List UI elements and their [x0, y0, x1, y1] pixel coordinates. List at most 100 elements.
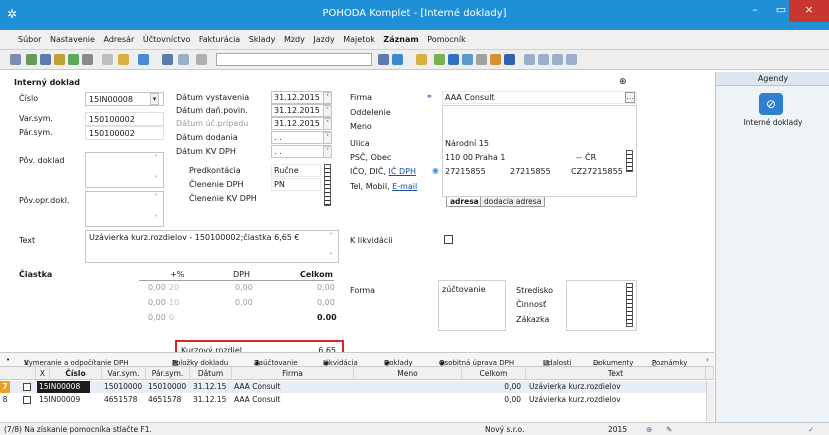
ciastka-base-2[interactable]: 0,00 — [148, 298, 166, 307]
stredisko-selector-icon[interactable] — [626, 283, 633, 327]
toolbar-filter-icon[interactable] — [196, 54, 207, 65]
toolbar-delete-icon[interactable] — [82, 54, 93, 65]
tabs-pin-icon[interactable]: • — [6, 356, 10, 364]
povdoklad-scroll-up-icon[interactable]: ˄ — [154, 154, 158, 163]
toolbar-search-icon[interactable] — [54, 54, 65, 65]
datum-ucpripadu-dropdown-icon[interactable]: ˅ — [323, 118, 332, 130]
status-check-icon[interactable]: ✓ — [808, 425, 814, 434]
varsym-input[interactable]: 150100002 — [85, 112, 164, 126]
toolbar-funnel-icon[interactable] — [392, 54, 403, 65]
firma-more-button[interactable]: … — [625, 92, 635, 103]
ciastka-dph-2[interactable]: 0,00 — [235, 298, 253, 307]
row-cislo-8[interactable]: 15IN00009 — [39, 394, 89, 406]
row-meno-7[interactable] — [356, 381, 460, 393]
povoprdokl-scroll-down-icon[interactable]: ˅ — [154, 214, 158, 223]
row-cislo-7[interactable]: 15IN00008 — [37, 381, 90, 393]
datum-kvdph-input[interactable]: . . — [271, 145, 331, 158]
ic-dph-web-icon[interactable]: ◉ — [432, 166, 439, 175]
firma-input[interactable]: AAA Consult — [442, 91, 637, 104]
ulica-value[interactable]: Národní 15 — [445, 139, 489, 148]
predkontacia-input[interactable]: Ručne — [271, 164, 321, 177]
menu-majetok[interactable]: Majetok — [343, 30, 375, 50]
parsym-input[interactable]: 150100002 — [85, 126, 164, 140]
toolbar-user-icon[interactable] — [490, 54, 501, 65]
email-link[interactable]: E-mail — [392, 182, 417, 191]
toolbar-cancel-icon[interactable] — [178, 54, 189, 65]
toolbar-books-icon[interactable] — [10, 54, 21, 65]
toolbar-save-icon[interactable] — [162, 54, 173, 65]
row-parsym-7[interactable]: 15010000 — [148, 381, 188, 393]
obec-value[interactable]: Praha 1 — [475, 153, 505, 162]
row-varsym-7[interactable]: 15010000 — [104, 381, 144, 393]
text-scroll-up-icon[interactable]: ˄ — [329, 232, 333, 241]
k-likvidacii-checkbox[interactable] — [444, 235, 453, 244]
toolbar-search-combo[interactable] — [216, 53, 372, 66]
table-header-meno[interactable]: Meno — [354, 367, 462, 380]
tabs-scroll-right-icon[interactable]: › — [706, 356, 709, 364]
toolbar-doc2-icon[interactable] — [538, 54, 549, 65]
pin-icon[interactable]: ⊕ — [619, 77, 627, 87]
row-parsym-8[interactable]: 4651578 — [148, 394, 188, 406]
cislo-dropdown-icon[interactable]: ▾ — [150, 93, 159, 105]
krajina-selector-icon[interactable] — [626, 150, 633, 172]
datum-kvdph-dropdown-icon[interactable]: ˅ — [323, 146, 332, 158]
forma-input[interactable]: zúčtovanie — [438, 280, 506, 331]
row-checkbox-8[interactable] — [23, 396, 31, 404]
toolbar-folder-icon[interactable] — [416, 54, 427, 65]
row-text-7[interactable]: Uzávierka kurz.rozdielov — [529, 381, 705, 393]
datum-dodania-dropdown-icon[interactable]: ˅ — [323, 132, 332, 144]
toolbar-edit-icon[interactable] — [118, 54, 129, 65]
toolbar-link-icon[interactable] — [434, 54, 445, 65]
agenda-item-interne-doklady[interactable]: Interné doklady — [716, 118, 829, 127]
toolbar-doc-icon[interactable] — [524, 54, 535, 65]
close-button[interactable]: × — [789, 0, 829, 22]
toolbar-new-icon[interactable] — [102, 54, 113, 65]
row-firma-7[interactable]: AAA Consult — [234, 381, 352, 393]
row-checkbox-7[interactable] — [23, 383, 31, 391]
psc-value[interactable]: 110 00 — [445, 153, 473, 162]
toolbar-grid-icon[interactable] — [462, 54, 473, 65]
toolbar-dropdown-icon[interactable] — [378, 54, 389, 65]
toolbar-list-icon[interactable] — [476, 54, 487, 65]
menu-nastavenie[interactable]: Nastavenie — [50, 30, 95, 50]
menu-pomocnik[interactable]: Pomocník — [427, 30, 465, 50]
row-datum-8[interactable]: 31.12.15 — [193, 394, 231, 406]
ciastka-celkom-1[interactable]: 0,00 — [317, 283, 335, 292]
interne-doklady-icon[interactable]: ⊘ — [759, 93, 783, 115]
status-globe-icon[interactable]: ⊕ — [646, 425, 652, 434]
table-scrollbar[interactable] — [706, 381, 714, 421]
row-celkom-8[interactable]: 0,00 — [464, 394, 524, 406]
menu-subor[interactable]: Súbor — [18, 30, 41, 50]
ciastka-base-3[interactable]: 0,00 — [148, 313, 166, 322]
toolbar-navigate-icon[interactable] — [138, 54, 149, 65]
menu-mzdy[interactable]: Mzdy — [284, 30, 305, 50]
menu-fakturacia[interactable]: Fakturácia — [199, 30, 240, 50]
table-header-celkom[interactable]: Celkom — [462, 367, 526, 380]
datum-vystavenia-input[interactable]: 31.12.2015 — [271, 91, 331, 104]
clenenie-dph-input[interactable]: PN — [271, 178, 321, 191]
ciastka-base-1[interactable]: 0,00 — [148, 283, 166, 292]
row-varsym-8[interactable]: 4651578 — [104, 394, 144, 406]
text-input[interactable]: Uzávierka kurz.rozdielov - 150100002;čia… — [85, 230, 339, 263]
menu-adresar[interactable]: Adresár — [103, 30, 134, 50]
toolbar-doc3-icon[interactable] — [552, 54, 563, 65]
toolbar-iban-icon[interactable] — [504, 54, 515, 65]
table-header-x[interactable]: X — [36, 367, 50, 380]
row-firma-8[interactable]: AAA Consult — [234, 394, 352, 406]
datum-danpovin-input[interactable]: 31.12.2015 — [271, 104, 331, 117]
ciastka-celkom-2[interactable]: 0,00 — [317, 298, 335, 307]
povoprdokl-input[interactable] — [85, 191, 164, 227]
menu-sklady[interactable]: Sklady — [249, 30, 276, 50]
tab-adresa[interactable]: adresa — [446, 197, 483, 207]
tab-dodacia-adresa[interactable]: dodacia adresa — [480, 197, 546, 207]
row-meno-8[interactable] — [356, 394, 460, 406]
toolbar-help-icon[interactable] — [566, 54, 577, 65]
ciastka-dph-1[interactable]: 0,00 — [235, 283, 253, 292]
povdoklad-input[interactable] — [85, 152, 164, 188]
toolbar-print-icon[interactable] — [26, 54, 37, 65]
datum-ucpripadu-input[interactable]: 31.12.2015 — [271, 117, 331, 130]
menu-uctovnictvo[interactable]: Účtovníctvo — [143, 30, 190, 50]
table-header-text[interactable]: Text — [526, 367, 706, 380]
row-celkom-7[interactable]: 0,00 — [464, 381, 524, 393]
row-datum-7[interactable]: 31.12.15 — [193, 381, 231, 393]
